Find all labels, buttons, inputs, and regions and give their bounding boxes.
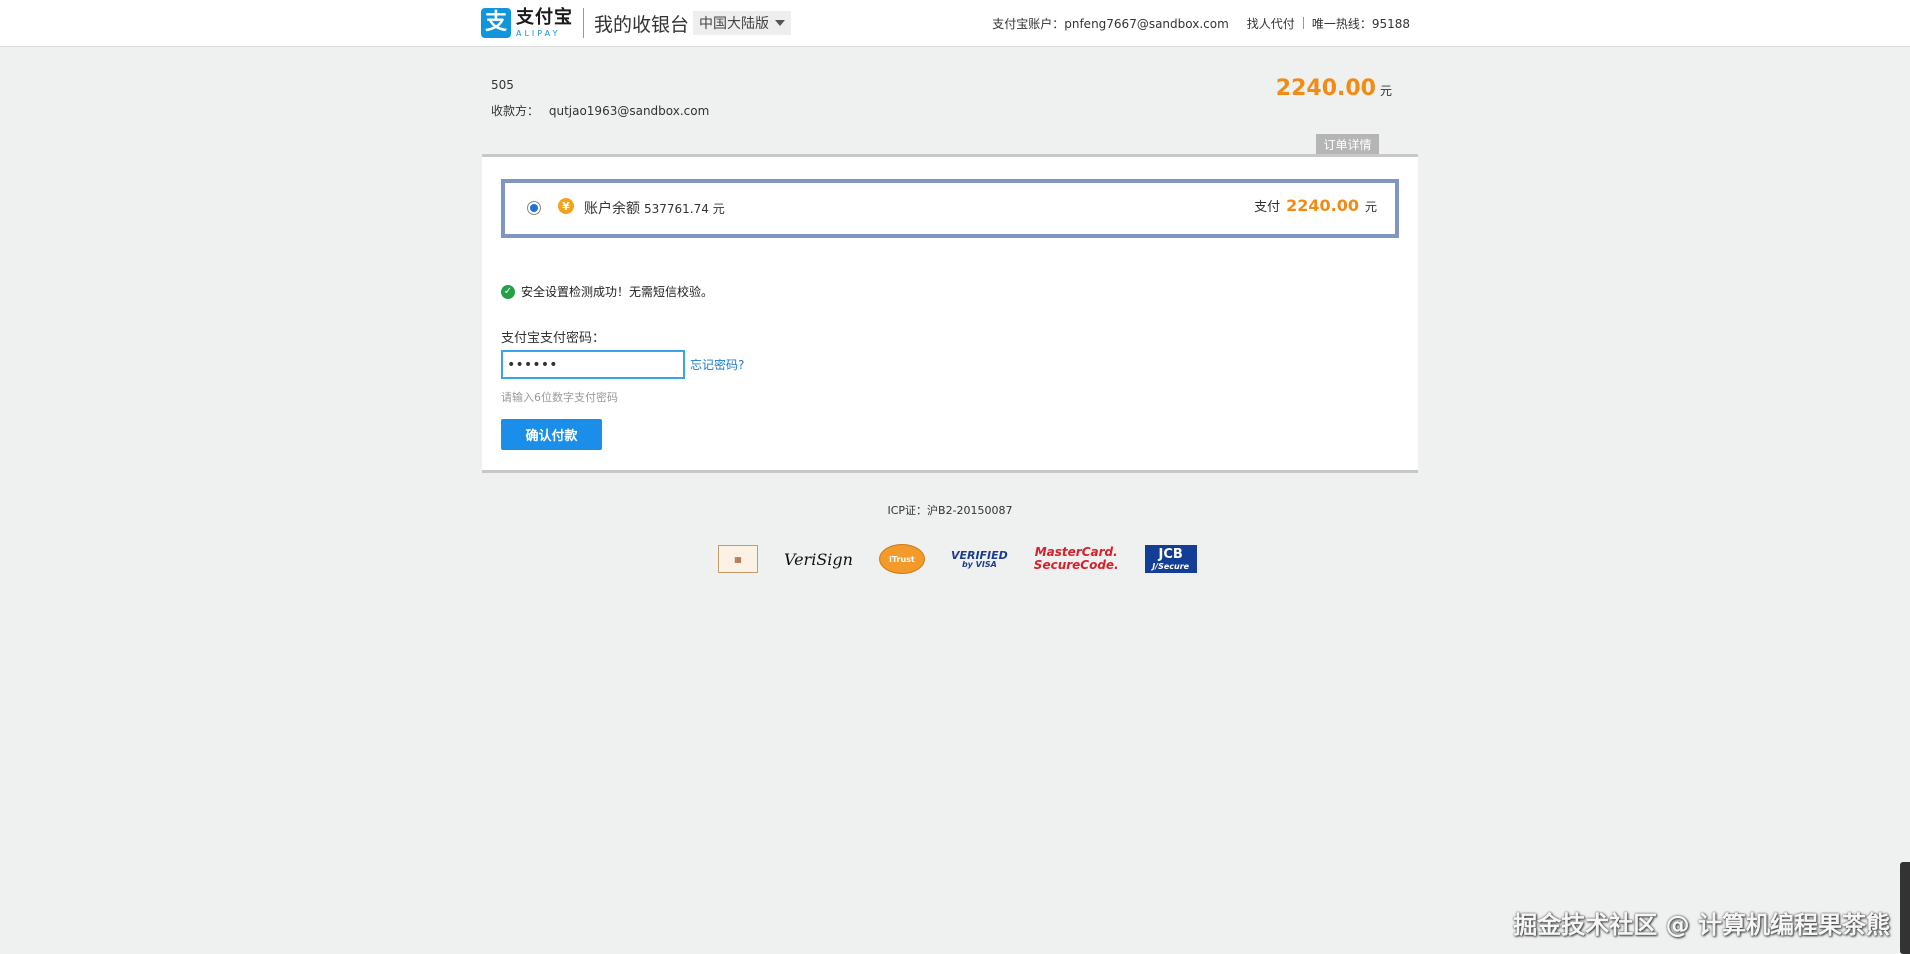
order-amount: 2240.00 元 xyxy=(1276,76,1392,101)
account-info: 支付宝账户：pnfeng7667@sandbox.com xyxy=(992,15,1229,32)
jcb-top: JCB xyxy=(1158,546,1183,562)
method-label: 账户余额 xyxy=(584,201,640,217)
itrust-logo[interactable]: iTrust xyxy=(878,544,925,574)
password-hint: 请输入6位数字支付密码 xyxy=(501,391,618,404)
logo-text: 支付宝 ALIPAY xyxy=(516,6,573,38)
payment-method-option[interactable]: ¥ 账户余额 537761.74 元 支付 2240.00 元 xyxy=(501,179,1399,238)
alipay-logo-icon: 支 xyxy=(481,8,511,38)
mc-bottom: SecureCode. xyxy=(1033,558,1119,572)
pay-amount-unit: 元 xyxy=(1364,200,1377,214)
account-label: 支付宝账户： xyxy=(992,16,1065,31)
caret-down-icon xyxy=(775,20,785,26)
top-bar: 支 支付宝 ALIPAY 我的收银台 中国大陆版 支付宝账户：pnfeng766… xyxy=(0,0,1910,47)
forgot-password-link[interactable]: 忘记密码? xyxy=(690,356,744,373)
payment-card: ¥ 账户余额 537761.74 元 支付 2240.00 元 ✓ 安全设置检测成… xyxy=(482,154,1418,473)
region-label: 中国大陆版 xyxy=(699,16,769,32)
jcb-bottom: J/Secure xyxy=(1152,561,1190,571)
yuan-coin-icon: ¥ xyxy=(558,198,574,214)
check-circle-icon: ✓ xyxy=(501,284,515,299)
visa-top: VERIFIED xyxy=(950,548,1008,562)
pay-amount-row: 支付 2240.00 元 xyxy=(1254,196,1377,215)
jcb-jsecure-logo[interactable]: JCB J/Secure xyxy=(1144,545,1197,573)
security-check: ✓ 安全设置检测成功！无需短信校验。 xyxy=(501,283,713,300)
mastercard-securecode-logo[interactable]: MasterCard. SecureCode. xyxy=(1034,544,1119,574)
watermark: 掘金技术社区 @ 计算机编程果茶熊 xyxy=(1513,911,1890,939)
balance-value: 537761.74 元 xyxy=(644,202,725,216)
payee-label: 收款方： xyxy=(491,104,540,118)
security-message: 安全设置检测成功！无需短信校验。 xyxy=(521,285,714,299)
site-title: 我的收银台 xyxy=(594,13,690,36)
order-detail-tab[interactable]: 订单详情 xyxy=(1316,134,1379,154)
icp-license: ICP证：沪B2-20150087 xyxy=(887,504,1013,517)
scrollbar-thumb[interactable] xyxy=(1900,862,1910,954)
security-certificates: ▦ VeriSign iTrust VERIFIED by VISA Maste… xyxy=(718,543,1223,575)
order-id: 505 xyxy=(491,78,514,92)
order-amount-unit: 元 xyxy=(1379,84,1392,98)
trust-seal-icon[interactable]: ▦ xyxy=(718,545,758,573)
balance-info: 账户余额 537761.74 元 xyxy=(584,198,725,218)
hotline: 唯一热线：95188 xyxy=(1311,16,1410,31)
password-label: 支付宝支付密码： xyxy=(501,331,606,346)
password-input[interactable] xyxy=(501,350,685,379)
visa-bottom: by VISA xyxy=(961,559,997,569)
order-info: 505 收款方： qutjao1963@sandbox.com xyxy=(491,78,709,130)
header-links: 支付宝账户：pnfeng7667@sandbox.com 找人代付 唯一热线：9… xyxy=(974,0,1410,46)
payee-row: 收款方： qutjao1963@sandbox.com xyxy=(491,104,709,130)
account-email: pnfeng7667@sandbox.com xyxy=(1064,16,1229,31)
verisign-logo[interactable]: VeriSign xyxy=(784,544,853,574)
payee-email: qutjao1963@sandbox.com xyxy=(548,104,710,118)
confirm-payment-button[interactable]: 确认付款 xyxy=(501,419,602,450)
proxy-pay-link[interactable]: 找人代付 xyxy=(1247,15,1295,32)
payment-method-radio[interactable] xyxy=(527,201,541,215)
region-selector[interactable]: 中国大陆版 xyxy=(693,11,791,35)
alipay-logo[interactable]: 支 支付宝 ALIPAY 我的收银台 xyxy=(481,6,689,40)
logo-divider xyxy=(583,8,584,38)
header-divider xyxy=(1302,17,1304,29)
logo-text-cn: 支付宝 xyxy=(516,6,573,28)
pay-amount-value: 2240.00 xyxy=(1286,196,1359,215)
verified-by-visa-logo[interactable]: VERIFIED by VISA xyxy=(951,544,1008,574)
logo-text-en: ALIPAY xyxy=(516,28,561,38)
pay-label: 支付 xyxy=(1254,200,1281,215)
order-amount-value: 2240.00 xyxy=(1275,76,1376,101)
